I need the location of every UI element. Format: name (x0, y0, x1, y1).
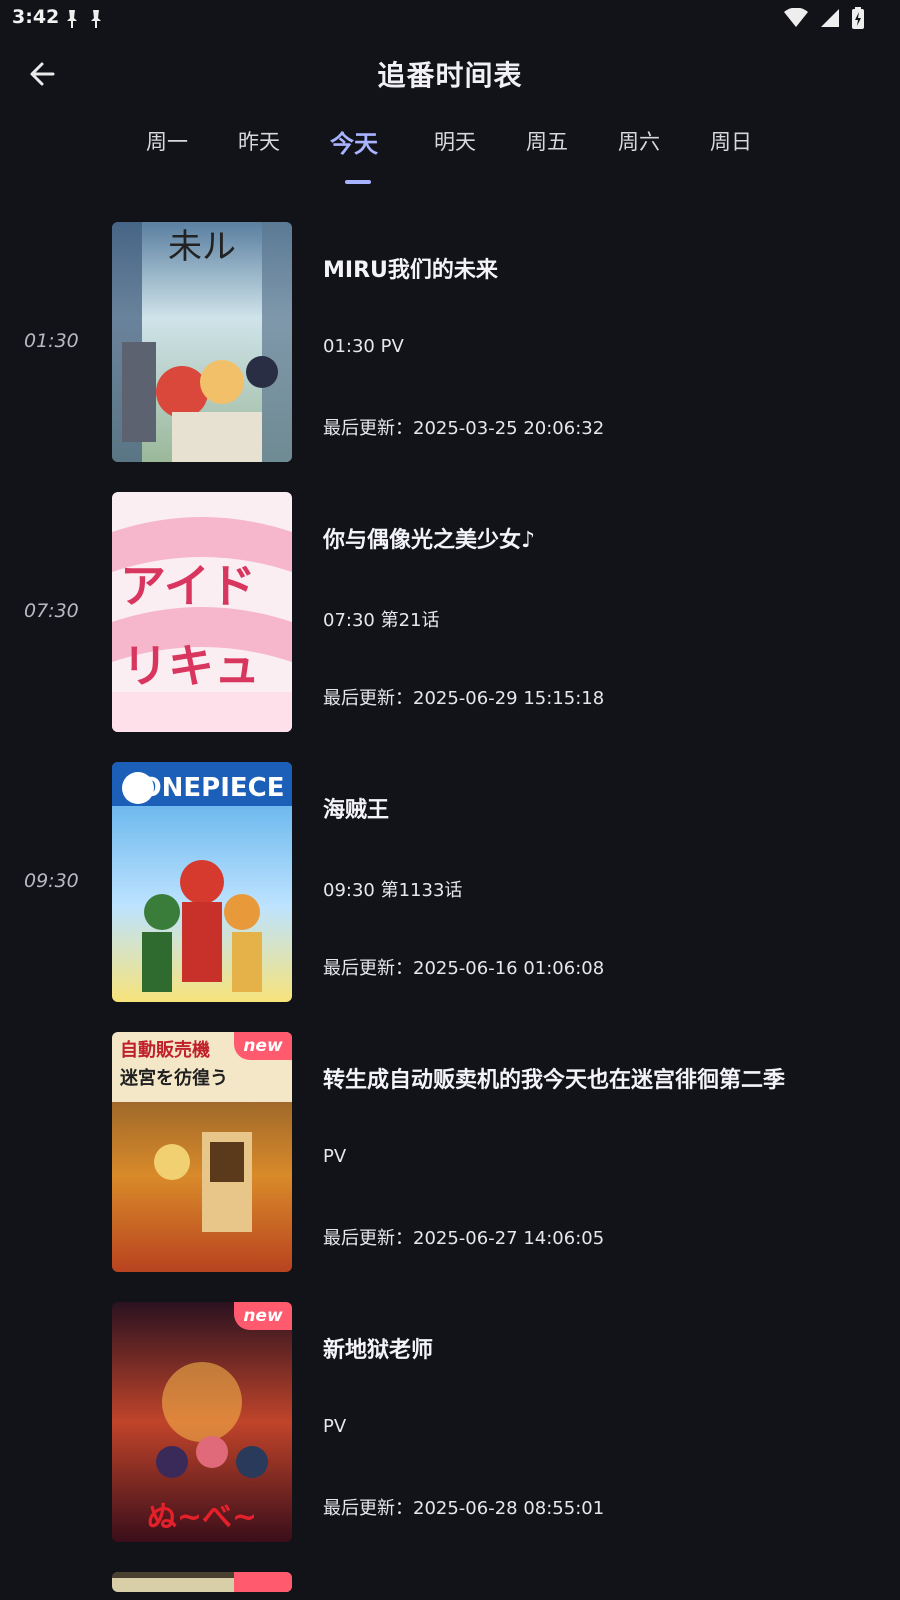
episode-label: PV (323, 1146, 347, 1167)
battery-icon (852, 7, 864, 29)
last-updated: 最后更新：2025-06-28 08:55:01 (323, 1498, 605, 1519)
notification-icon (67, 10, 77, 28)
new-badge: new (234, 1032, 292, 1060)
episode-label: 01:30 PV (323, 336, 404, 357)
svg-text:アイド: アイド (120, 559, 256, 613)
air-time: 01:30 (24, 330, 79, 352)
app-bar: 追番时间表 (0, 40, 900, 108)
episode-label: 09:30 第1133话 (323, 880, 463, 901)
svg-text:未ル: 未ル (168, 227, 236, 267)
notification-icon (91, 10, 101, 28)
poster-image: 未ル (112, 222, 292, 462)
signal-icon (821, 9, 839, 27)
list-item[interactable]: 09:30 ONEPIECE 海贼王 09:30 第1133话 最后更新：202… (0, 762, 900, 1002)
list-item[interactable]: 自動販売機 迷宮を彷徨う new 转生成自动贩卖机的我今天也在迷宫徘徊第二季 P… (0, 1032, 900, 1272)
tab-tomorrow[interactable]: 明天 (434, 126, 476, 156)
poster-image: 自動販売機 迷宮を彷徨う new (112, 1032, 292, 1272)
episode-label: 07:30 第21话 (323, 610, 440, 631)
last-updated: 最后更新：2025-03-25 20:06:32 (323, 418, 605, 439)
last-updated: 最后更新：2025-06-16 01:06:08 (323, 958, 605, 979)
poster-image: ONEPIECE (112, 762, 292, 1002)
air-time: 07:30 (24, 600, 79, 622)
svg-text:自動販売機: 自動販売機 (120, 1039, 210, 1061)
page-title: 追番时间表 (377, 59, 523, 92)
tab-sunday[interactable]: 周日 (710, 126, 752, 156)
status-bar: 3:42 (0, 0, 900, 36)
svg-text:リキュ: リキュ (122, 639, 260, 693)
svg-text:迷宮を彷徨う: 迷宮を彷徨う (119, 1067, 228, 1089)
show-info: MIRU我们的未来 01:30 PV 最后更新：2025-03-25 20:06… (323, 222, 883, 462)
show-info: 转生成自动贩卖机的我今天也在迷宫徘徊第二季 PV 最后更新：2025-06-27… (323, 1032, 883, 1272)
show-info: 你与偶像光之美少女♪ 07:30 第21话 最后更新：2025-06-29 15… (323, 492, 883, 732)
list-item[interactable]: 07:30 アイド リキュ 你与偶像光之美少女♪ 07:30 第21话 最后更新… (0, 492, 900, 732)
poster-image: ぬ~べ~ new (112, 1302, 292, 1542)
show-title: 转生成自动贩卖机的我今天也在迷宫徘徊第二季 (323, 1068, 786, 1093)
status-time: 3:42 (12, 6, 60, 28)
wifi-icon (784, 8, 808, 27)
status-notifications (66, 9, 102, 29)
episode-label: PV (323, 1416, 347, 1437)
svg-text:ぬ~べ~: ぬ~べ~ (147, 1500, 257, 1535)
tab-yesterday[interactable]: 昨天 (238, 126, 280, 156)
list-item[interactable]: ぬ~べ~ new 新地狱老师 PV 最后更新：2025-06-28 08:55:… (0, 1302, 900, 1542)
show-info: 海贼王 09:30 第1133话 最后更新：2025-06-16 01:06:0… (323, 762, 883, 1002)
air-time: 09:30 (24, 870, 79, 892)
tab-friday[interactable]: 周五 (526, 126, 568, 156)
list-item[interactable]: 01:30 未ル MIRU我们的未来 01:30 PV 最后更新：2025-03… (0, 222, 900, 462)
show-info: 新地狱老师 PV 最后更新：2025-06-28 08:55:01 (323, 1302, 883, 1542)
tab-today[interactable]: 今天 (330, 124, 378, 159)
day-tabs: 周一 昨天 今天 明天 周五 周六 周日 (0, 126, 900, 186)
last-updated: 最后更新：2025-06-29 15:15:18 (323, 688, 605, 709)
tab-indicator (345, 180, 371, 184)
new-badge: new (234, 1302, 292, 1330)
show-title: 你与偶像光之美少女♪ (323, 528, 536, 553)
show-title: 海贼王 (323, 798, 390, 823)
tab-monday[interactable]: 周一 (146, 126, 188, 156)
svg-text:ONEPIECE: ONEPIECE (140, 773, 285, 803)
poster-image: アイド リキュ (112, 492, 292, 732)
poster-image (112, 1572, 292, 1592)
show-title: 新地狱老师 (323, 1338, 434, 1363)
show-title: MIRU我们的未来 (323, 258, 498, 283)
list-item[interactable] (0, 1572, 900, 1592)
status-system-icons (784, 7, 864, 29)
tab-saturday[interactable]: 周六 (618, 126, 660, 156)
last-updated: 最后更新：2025-06-27 14:06:05 (323, 1228, 605, 1249)
